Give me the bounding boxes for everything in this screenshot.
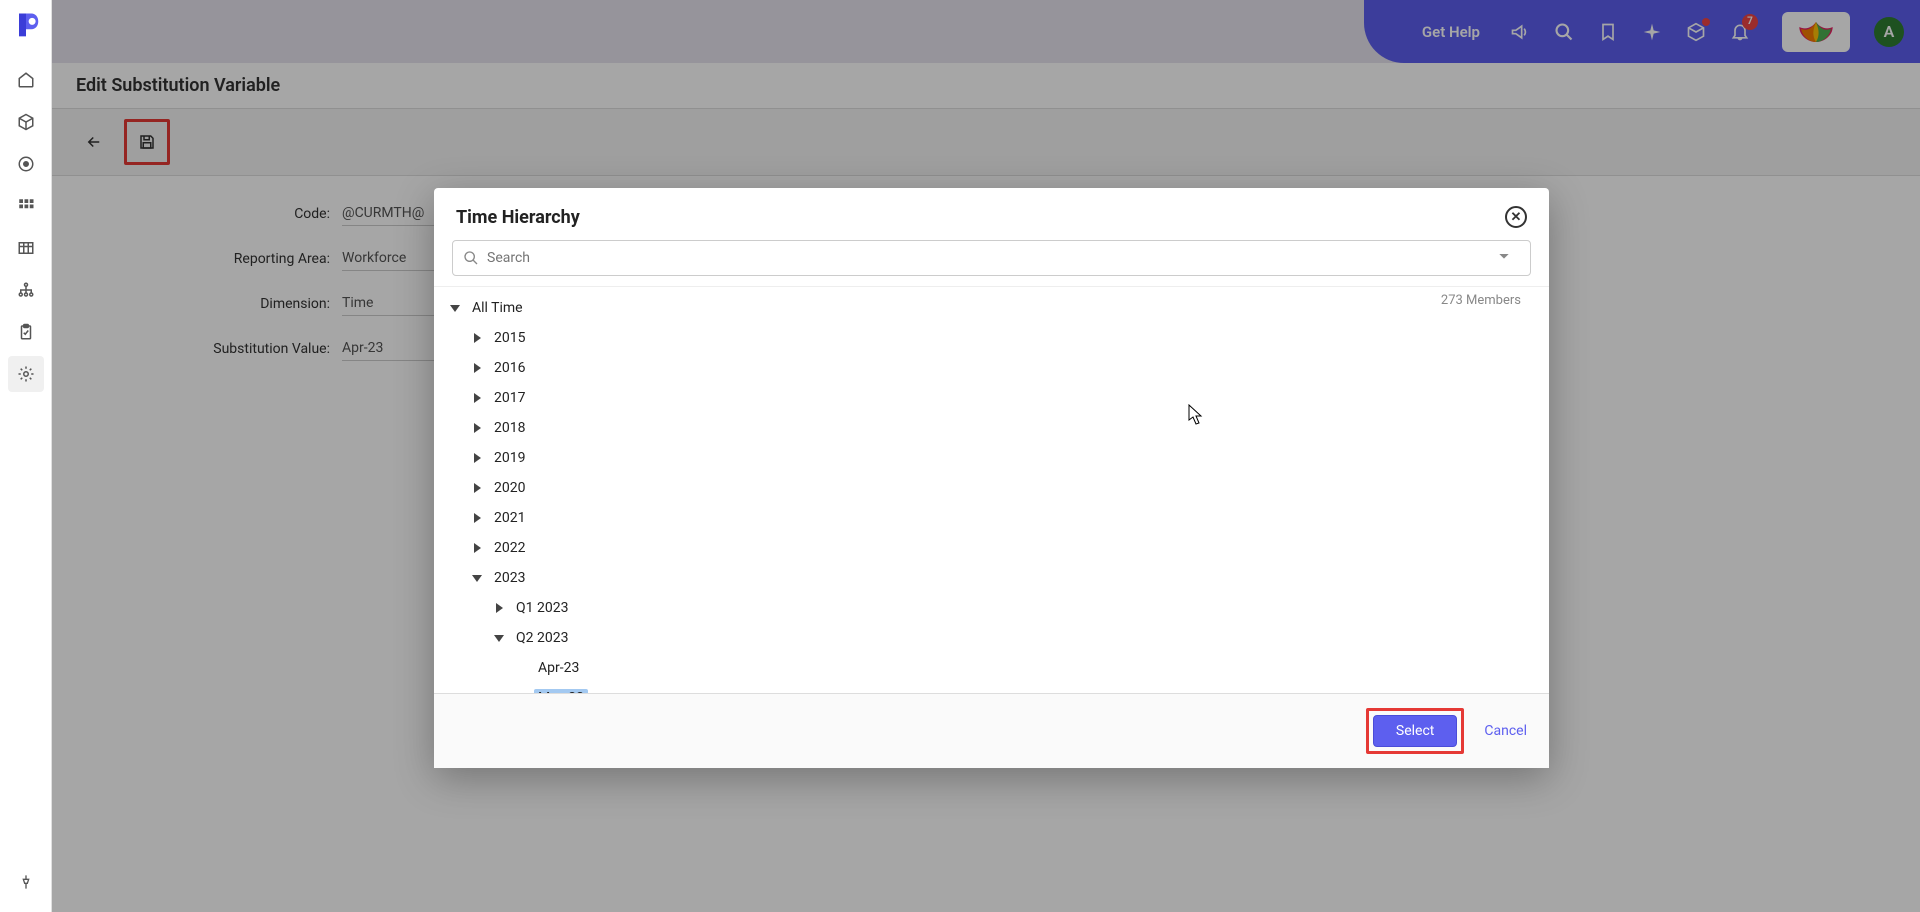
members-count: 273 Members [1441, 293, 1521, 308]
grid-icon[interactable] [8, 188, 44, 224]
tree-label: 2018 [490, 419, 529, 437]
tree-node-year[interactable]: 2017 [438, 383, 1545, 413]
modal-header: Time Hierarchy ✕ [434, 188, 1549, 240]
expand-icon[interactable] [470, 541, 484, 555]
time-hierarchy-modal: Time Hierarchy ✕ 273 Members All Time 20… [434, 188, 1549, 768]
tree-node-quarter[interactable]: Q2 2023 [438, 623, 1545, 653]
left-sidebar [0, 0, 52, 912]
tree-label: Q2 2023 [512, 629, 572, 647]
tree-label: 2023 [490, 569, 529, 587]
tree-node-all-time[interactable]: All Time [438, 293, 1545, 323]
tree-node-year[interactable]: 2022 [438, 533, 1545, 563]
hierarchy-icon[interactable] [8, 272, 44, 308]
tree-label: 2020 [490, 479, 529, 497]
search-input[interactable] [487, 250, 1520, 266]
modal-title: Time Hierarchy [456, 207, 580, 228]
tree-area: 273 Members All Time 2015 2016 2017 2018… [434, 286, 1549, 694]
tree-label: All Time [468, 299, 527, 317]
tree-node-month[interactable]: May-23 [438, 683, 1545, 694]
tree-label: 2017 [490, 389, 529, 407]
tree-label-selected: May-23 [534, 689, 588, 694]
expand-icon[interactable] [492, 601, 506, 615]
tree-label: 2019 [490, 449, 529, 467]
expand-icon[interactable] [470, 331, 484, 345]
target-icon[interactable] [8, 146, 44, 182]
cube-icon[interactable] [8, 104, 44, 140]
tree-label: 2022 [490, 539, 529, 557]
tree-label: Apr-23 [534, 659, 583, 677]
clipboard-icon[interactable] [8, 314, 44, 350]
select-highlight: Select [1366, 708, 1464, 754]
tree-node-month[interactable]: Apr-23 [438, 653, 1545, 683]
modal-footer: Select Cancel [434, 694, 1549, 768]
chevron-down-icon[interactable] [1496, 248, 1520, 268]
expand-icon[interactable] [470, 361, 484, 375]
expand-icon[interactable] [470, 421, 484, 435]
tree-scroll[interactable]: All Time 2015 2016 2017 2018 2019 2020 2… [434, 287, 1549, 694]
tree-node-year[interactable]: 2016 [438, 353, 1545, 383]
collapse-icon[interactable] [492, 631, 506, 645]
tree-node-year[interactable]: 2018 [438, 413, 1545, 443]
search-box[interactable] [452, 240, 1531, 276]
tree-label: Q1 2023 [512, 599, 572, 617]
select-button[interactable]: Select [1373, 715, 1457, 747]
tree-label: 2021 [490, 509, 529, 527]
tree-node-year[interactable]: 2015 [438, 323, 1545, 353]
expand-icon[interactable] [470, 481, 484, 495]
collapse-icon[interactable] [470, 571, 484, 585]
cancel-button[interactable]: Cancel [1484, 723, 1527, 739]
expand-icon[interactable] [470, 451, 484, 465]
settings-icon[interactable] [8, 356, 44, 392]
expand-icon[interactable] [470, 391, 484, 405]
tree-node-year[interactable]: 2020 [438, 473, 1545, 503]
tree-label: 2016 [490, 359, 529, 377]
app-logo [12, 10, 40, 38]
search-icon [463, 250, 479, 266]
tree-node-year[interactable]: 2019 [438, 443, 1545, 473]
pin-icon[interactable] [18, 874, 34, 894]
table-icon[interactable] [8, 230, 44, 266]
tree-node-year[interactable]: 2023 [438, 563, 1545, 593]
tree-node-quarter[interactable]: Q1 2023 [438, 593, 1545, 623]
home-icon[interactable] [8, 62, 44, 98]
expand-icon[interactable] [470, 511, 484, 525]
tree-label: 2015 [490, 329, 529, 347]
close-icon[interactable]: ✕ [1505, 206, 1527, 228]
collapse-icon[interactable] [448, 301, 462, 315]
tree-node-year[interactable]: 2021 [438, 503, 1545, 533]
